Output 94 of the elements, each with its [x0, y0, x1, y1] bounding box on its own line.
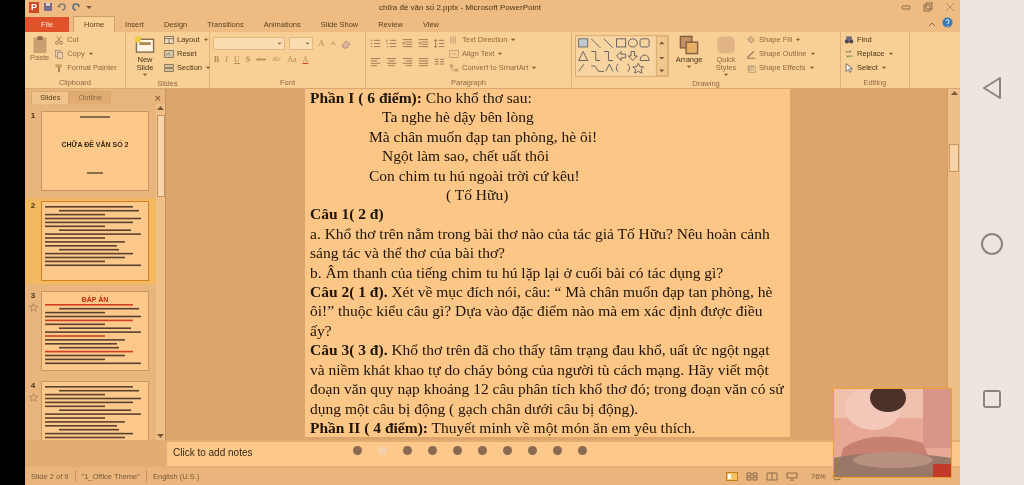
help-icon[interactable]	[942, 17, 953, 28]
format-button[interactable]: Aa	[286, 54, 298, 65]
paintbrush-icon	[54, 62, 65, 73]
smartart-icon	[449, 62, 459, 73]
arrange-icon	[679, 35, 699, 55]
quick-styles-icon	[716, 35, 736, 55]
slide-text: Ta nghe hè dậy bên lòng	[381, 107, 535, 127]
page-dot[interactable]	[428, 446, 437, 455]
caret-icon[interactable]	[85, 3, 93, 11]
slide-text: b. Âm thanh của tiếng chim tu hú lặp lại ở cuối bài có tác dụng gì?	[310, 262, 725, 283]
restore-icon[interactable]	[922, 2, 934, 12]
slide-text: Mà chân muốn đạp tan phòng, hè ôi!	[368, 126, 599, 147]
pointer-icon	[844, 62, 854, 73]
paint-bucket-icon	[746, 34, 756, 45]
font-size-field[interactable]	[289, 37, 313, 50]
back-icon[interactable]	[981, 76, 1003, 101]
page-dot[interactable]	[553, 446, 562, 455]
align-text-icon	[449, 48, 459, 59]
increase-indent-icon	[418, 38, 429, 49]
scroll-up-icon[interactable]	[950, 91, 958, 96]
eraser-icon[interactable]	[340, 38, 351, 49]
format-button[interactable]: I	[224, 54, 229, 65]
font-size-button[interactable]: A	[317, 38, 326, 49]
text-lines-drawing	[80, 116, 110, 119]
scrollbar[interactable]	[947, 89, 960, 440]
close-icon[interactable]	[944, 2, 956, 12]
minimize-icon[interactable]	[900, 2, 912, 12]
slide-text: Phần II ( 4 điểm): Thuyết minh về một món ăn em yêu thích.	[310, 417, 697, 438]
bullet-list-icon	[370, 38, 381, 49]
text-lines-drawing	[87, 172, 103, 175]
app-logo: P	[29, 1, 39, 13]
scrollbar[interactable]	[156, 104, 165, 440]
binoculars-icon	[844, 34, 854, 45]
slide-number: 1	[30, 111, 36, 120]
reading-view-icon[interactable]	[766, 471, 778, 481]
page-dot[interactable]	[478, 446, 487, 455]
scrollbar-thumb[interactable]	[949, 144, 959, 172]
window-title: chữa đề văn số 2.pptx - Microsoft PowerPoint	[379, 2, 541, 12]
page-dot[interactable]	[453, 446, 462, 455]
home-icon[interactable]	[980, 232, 1004, 257]
slide-text: Con chim tu hú ngoài trời cứ kêu!	[368, 165, 581, 186]
slide-number: 2	[30, 201, 36, 210]
line-spacing-icon	[434, 38, 445, 49]
slide-text: Câu 1( 2 đ)	[310, 204, 385, 224]
numbered-list-icon	[386, 38, 397, 49]
slide-thumbnail[interactable]	[41, 201, 149, 281]
slide-sorter-icon[interactable]	[746, 471, 758, 481]
normal-view-icon[interactable]	[726, 471, 738, 481]
replace-icon	[844, 48, 854, 59]
close-panel-button[interactable]: ×	[154, 92, 161, 104]
text-direction-icon	[449, 34, 459, 45]
shape-effects-icon	[746, 62, 756, 73]
slide-text: Câu 2( 1 đ). Xét về mục đích nói, câu: “ Mà chân muốn đạp tan phòng, hè ôi!” thuộc kiểu câu gì? Dựa vào đặc điểm nào mà em xác định được điều ấy?	[310, 282, 774, 341]
slide-number: 4	[30, 381, 36, 390]
decrease-indent-icon	[402, 38, 413, 49]
reset-icon	[164, 48, 174, 59]
align-center-icon	[386, 57, 397, 68]
justify-icon	[418, 57, 429, 68]
slide-thumbnail-row[interactable]: 4	[25, 378, 156, 440]
slide-text: ( Tố Hữu)	[445, 185, 510, 205]
page-dot[interactable]	[528, 446, 537, 455]
page-dot[interactable]	[353, 446, 362, 455]
font-name-field[interactable]	[213, 37, 285, 50]
scroll-up-icon[interactable]	[157, 106, 164, 111]
align-right-icon	[402, 57, 413, 68]
redo-icon[interactable]	[71, 2, 81, 12]
slide-thumbnail-row[interactable]: 2	[25, 198, 156, 284]
undo-icon[interactable]	[57, 2, 67, 12]
copy-icon	[54, 48, 65, 59]
section-icon	[164, 62, 174, 73]
align-left-icon	[370, 57, 381, 68]
page-dot[interactable]	[578, 446, 587, 455]
slide-text: a. Khổ thơ trên nằm trong bài thơ nào của tác giả Tố Hữu? Nêu hoàn cảnh sáng tác và thể thơ của bài thơ?	[310, 223, 771, 263]
layout-icon	[164, 34, 174, 45]
collapse-ribbon-icon[interactable]	[928, 20, 936, 28]
slide-text: Ngột làm sao, chết uất thôi	[381, 146, 551, 166]
recent-apps-icon[interactable]	[982, 388, 1002, 409]
slide-number: 3	[30, 291, 36, 300]
pen-icon	[746, 48, 756, 59]
slide-text: Phần I ( 6 điểm): Cho khổ thơ sau:	[310, 89, 533, 108]
slide-icon	[135, 35, 155, 55]
scissors-icon	[54, 34, 65, 45]
caret-icon	[305, 41, 310, 46]
caret-icon	[277, 41, 282, 46]
slide-text: Câu 3( 3 đ). Khổ thơ trên đã cho thấy tâm trạng đau khổ, uất ức ngột ngạt và niềm khát khao tự do cháy bỏng của người tù cách mạng. Hãy viết một đoạn văn quy nạp khoảng 12 câu phân tích khổ thơ đó; trong đoạn văn có sử dụng một câu bị động ( gạch chân dưới câu bị động).	[310, 340, 784, 418]
columns-icon	[434, 57, 445, 68]
scroll-down-icon[interactable]	[157, 433, 164, 438]
slideshow-icon[interactable]	[786, 471, 798, 481]
page-dot[interactable]	[378, 446, 387, 455]
shapes-gallery-drawing[interactable]	[575, 35, 669, 77]
page-dot[interactable]	[503, 446, 512, 455]
page-dot[interactable]	[403, 446, 412, 455]
scrollbar-thumb[interactable]	[156, 115, 165, 197]
save-icon[interactable]	[43, 2, 53, 12]
